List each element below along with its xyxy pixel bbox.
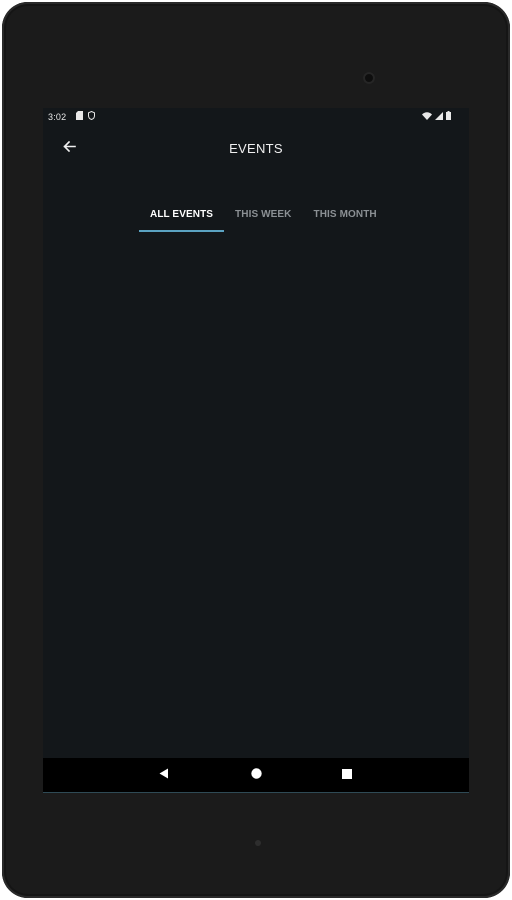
recents-square-icon bbox=[342, 766, 352, 784]
front-camera bbox=[363, 72, 375, 84]
page-title: EVENTS bbox=[229, 141, 283, 156]
tab-all-events[interactable]: ALL EVENTS bbox=[139, 200, 225, 232]
status-bar: 3:02 bbox=[43, 108, 469, 126]
nav-recents-button[interactable] bbox=[330, 758, 364, 792]
sd-card-icon bbox=[76, 111, 83, 122]
tab-this-week[interactable]: THIS WEEK bbox=[224, 200, 302, 232]
status-left-icons bbox=[76, 110, 95, 122]
status-time: 3:02 bbox=[48, 112, 67, 122]
back-triangle-icon bbox=[159, 766, 169, 784]
signal-icon bbox=[435, 111, 443, 122]
shield-icon bbox=[88, 110, 95, 122]
battery-icon bbox=[446, 111, 451, 122]
home-circle-icon bbox=[250, 766, 262, 784]
light-sensor bbox=[255, 840, 261, 846]
tab-this-month[interactable]: THIS MONTH bbox=[303, 200, 388, 232]
system-navigation-bar bbox=[43, 758, 469, 793]
app-bar: EVENTS bbox=[43, 126, 469, 172]
events-tab-bar: ALL EVENTS THIS WEEK THIS MONTH bbox=[139, 200, 388, 234]
nav-home-button[interactable] bbox=[239, 758, 273, 792]
status-right-icons bbox=[422, 111, 451, 122]
wifi-icon bbox=[422, 111, 432, 122]
app-screen: 3:02 EVENTS ALL EVENTS THIS WEEK THIS MO… bbox=[43, 108, 469, 792]
nav-back-button[interactable] bbox=[147, 758, 181, 792]
